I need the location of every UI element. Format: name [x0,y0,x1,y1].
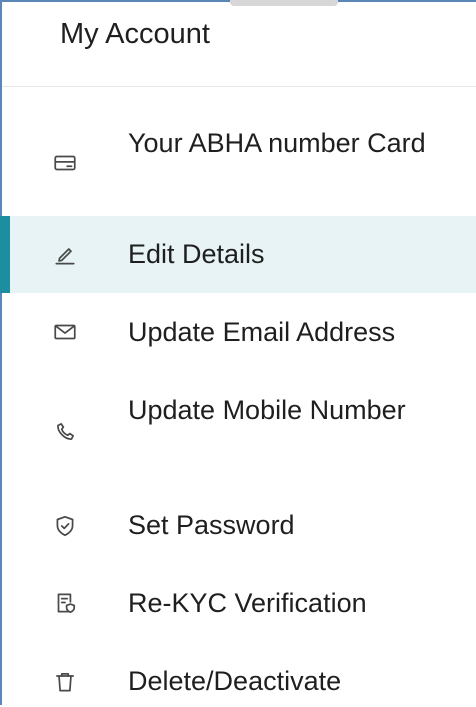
phone-icon [50,417,80,447]
menu-item-abha-card[interactable]: Your ABHA number Card [2,112,476,212]
pencil-icon [50,240,80,270]
panel-header: My Account [2,2,476,87]
menu-item-label: Your ABHA number Card [128,128,426,158]
shield-check-icon [50,511,80,541]
card-icon [50,148,80,178]
menu-item-label: Re-KYC Verification [128,588,367,618]
menu-item-update-mobile[interactable]: Update Mobile Number [2,377,476,477]
menu-item-edit-details[interactable]: Edit Details [0,216,476,293]
menu-item-label: Edit Details [128,239,265,269]
trash-icon [50,667,80,697]
menu-item-label: Set Password [128,510,295,540]
envelope-icon [50,317,80,347]
my-account-panel: My Account Your ABHA number Card Edit De… [0,0,476,705]
document-shield-icon [50,588,80,618]
page-title: My Account [60,18,210,50]
menu-item-update-email[interactable]: Update Email Address [2,293,476,371]
menu-item-label: Update Email Address [128,317,396,347]
menu-item-set-password[interactable]: Set Password [2,487,476,565]
menu-item-re-kyc[interactable]: Re-KYC Verification [2,565,476,643]
menu-item-label: Delete/Deactivate [128,666,342,696]
menu-item-label: Update Mobile Number [128,395,406,425]
active-indicator [0,216,10,293]
menu-item-delete-deactivate[interactable]: Delete/Deactivate [2,643,476,707]
